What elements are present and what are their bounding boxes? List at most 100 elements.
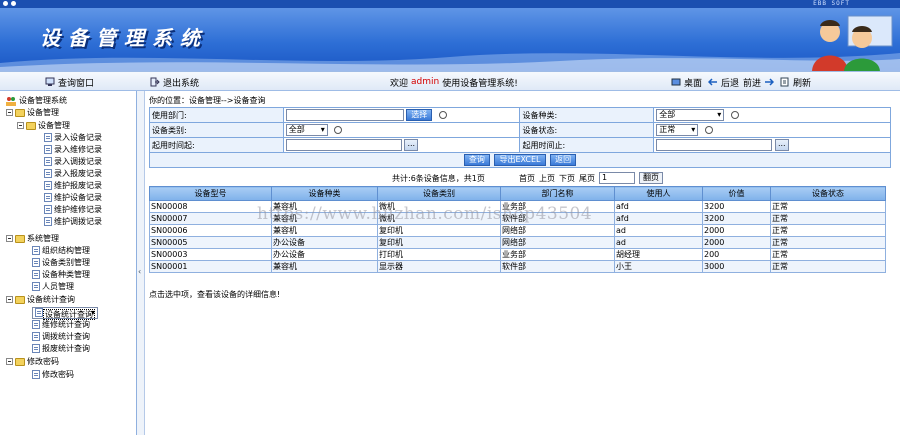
dept-field-cell: 选择 xyxy=(282,107,521,123)
tree-item[interactable]: 录入报废记录 xyxy=(44,168,102,179)
tree-item[interactable]: 报废统计查询 xyxy=(32,343,90,354)
corner-brand: EBB SOFT xyxy=(813,0,850,7)
start-date-input[interactable] xyxy=(285,139,402,151)
collapse-toggle-icon[interactable] xyxy=(6,296,13,303)
category-field-cell: 全部 xyxy=(282,122,521,138)
query-button[interactable]: 查询 xyxy=(463,154,490,166)
document-icon xyxy=(32,246,40,255)
pager-nav: 首页 上页 下页 尾页 1 翻页 xyxy=(519,172,663,184)
tree-group-device-mgmt[interactable]: 设备管理 xyxy=(6,107,59,118)
table-cell: 办公设备 xyxy=(271,236,378,249)
query-window-label[interactable]: 查询窗口 xyxy=(45,76,94,89)
tree-item[interactable]: 修改密码 xyxy=(32,369,74,380)
tree-item[interactable]: 设备种类管理 xyxy=(32,269,90,280)
tree-item-label: 维修统计查询 xyxy=(42,320,90,329)
table-row[interactable]: SN00003 办公设备 打印机 业务部 胡经理 200 正常 xyxy=(149,248,886,261)
desktop-button[interactable]: 桌面 xyxy=(671,76,703,89)
desktop-icon xyxy=(671,78,681,86)
collapse-toggle-icon[interactable] xyxy=(6,235,13,242)
go-page-button[interactable]: 翻页 xyxy=(639,172,663,184)
table-cell: 业务部 xyxy=(500,248,615,261)
document-icon xyxy=(44,169,52,178)
tree-root[interactable]: 设备管理系统 xyxy=(5,95,67,106)
collapse-arrow-icon[interactable]: ‹ xyxy=(138,267,141,276)
tree-item[interactable]: 维修统计查询 xyxy=(32,319,90,330)
return-button[interactable]: 返回 xyxy=(550,154,577,166)
tree-item[interactable]: 维护设备记录 xyxy=(44,192,102,203)
table-cell: 复印机 xyxy=(377,236,501,249)
tree-item-selected[interactable]: 设备统计查询 xyxy=(32,307,98,320)
dept-radio[interactable] xyxy=(438,111,447,119)
sidebar-tree: 设备管理系统 设备管理 设备管理 录入设备记录 录入维修记录 录入调拨记录 录入… xyxy=(0,91,137,435)
col-header[interactable]: 设备种类 xyxy=(271,186,378,201)
tree-item[interactable]: 录入维修记录 xyxy=(44,144,102,155)
prev-page-link[interactable]: 上页 xyxy=(539,173,555,184)
choose-dept-button[interactable]: 选择 xyxy=(406,109,433,121)
exit-system-button[interactable]: 退出系统 xyxy=(150,76,199,89)
document-icon xyxy=(35,308,43,317)
refresh-icon xyxy=(780,77,789,87)
search-form: 使用部门: 选择 设备种类: 全部 设备类别: 全部 设备状态: 正常 xyxy=(149,107,891,168)
tree-item[interactable]: 录入设备记录 xyxy=(44,132,102,143)
folder-icon xyxy=(15,357,25,366)
folder-icon xyxy=(15,108,25,117)
status-select[interactable]: 正常 xyxy=(656,124,699,136)
last-page-link[interactable]: 尾页 xyxy=(579,173,595,184)
first-page-link[interactable]: 首页 xyxy=(519,173,535,184)
export-excel-button[interactable]: 导出EXCEL xyxy=(494,154,546,166)
tree-item[interactable]: 人员管理 xyxy=(32,281,74,292)
app-title: 设备管理系统 xyxy=(40,26,208,50)
col-header[interactable]: 设备状态 xyxy=(770,186,886,201)
page-number-input[interactable]: 1 xyxy=(599,172,635,184)
table-row[interactable]: SN00005 办公设备 复印机 网络部 ad 2000 正常 xyxy=(149,236,886,249)
collapse-toggle-icon[interactable] xyxy=(6,358,13,365)
document-icon xyxy=(32,370,40,379)
tree-item-label: 维护维修记录 xyxy=(54,205,102,214)
tree-group-password[interactable]: 修改密码 xyxy=(6,356,59,367)
sidebar-splitter[interactable]: ‹ xyxy=(137,91,145,435)
tree-item[interactable]: 设备类别管理 xyxy=(32,257,90,268)
end-date-picker-button[interactable]: ... xyxy=(774,139,789,151)
category-radio[interactable] xyxy=(334,126,343,134)
tree-item[interactable]: 维护报废记录 xyxy=(44,180,102,191)
forward-button[interactable]: 前进 xyxy=(743,76,775,89)
tree-group-stats[interactable]: 设备统计查询 xyxy=(6,294,75,305)
col-header[interactable]: 设备型号 xyxy=(149,186,272,201)
status-field-cell: 正常 xyxy=(653,122,891,138)
back-button[interactable]: 后退 xyxy=(708,76,739,89)
kind-select[interactable]: 全部 xyxy=(656,109,725,121)
kind-label: 设备种类: xyxy=(519,107,655,123)
status-radio[interactable] xyxy=(704,126,713,134)
category-select[interactable]: 全部 xyxy=(285,124,328,136)
table-cell: ad xyxy=(614,236,703,249)
end-date-input[interactable] xyxy=(656,139,773,151)
table-cell: 2000 xyxy=(702,224,771,237)
col-header[interactable]: 部门名称 xyxy=(500,186,615,201)
collapse-toggle-icon[interactable] xyxy=(17,122,24,129)
tree-item[interactable]: 录入调拨记录 xyxy=(44,156,102,167)
start-date-cell: ... xyxy=(282,137,521,153)
monitor-icon xyxy=(45,77,55,86)
tree-group-system[interactable]: 系统管理 xyxy=(6,233,59,244)
col-header[interactable]: 设备类别 xyxy=(377,186,501,201)
dept-input[interactable] xyxy=(285,109,404,121)
tree-item[interactable]: 调拨统计查询 xyxy=(32,331,90,342)
tree-subgroup-device-mgmt[interactable]: 设备管理 xyxy=(17,120,70,131)
table-cell: 200 xyxy=(702,248,771,261)
next-page-link[interactable]: 下页 xyxy=(559,173,575,184)
start-date-picker-button[interactable]: ... xyxy=(404,139,419,151)
tree-item[interactable]: 组织结构管理 xyxy=(32,245,90,256)
welcome-suffix: 使用设备管理系统! xyxy=(442,78,518,89)
desktop-text: 桌面 xyxy=(684,78,703,89)
table-row[interactable]: SN00006 兼容机 复印机 网络部 ad 2000 正常 xyxy=(149,224,886,237)
app-banner: 设备管理系统 xyxy=(0,8,900,71)
forward-arrow-icon xyxy=(765,78,775,86)
refresh-button[interactable]: 刷新 xyxy=(780,76,811,89)
col-header[interactable]: 使用人 xyxy=(614,186,703,201)
tree-item[interactable]: 维护调拨记录 xyxy=(44,216,102,227)
collapse-toggle-icon[interactable] xyxy=(6,109,13,116)
tree-item[interactable]: 维护维修记录 xyxy=(44,204,102,215)
table-row[interactable]: SN00001 兼容机 显示器 软件部 小王 3000 正常 xyxy=(149,260,886,273)
kind-radio[interactable] xyxy=(730,111,739,119)
col-header[interactable]: 价值 xyxy=(702,186,771,201)
